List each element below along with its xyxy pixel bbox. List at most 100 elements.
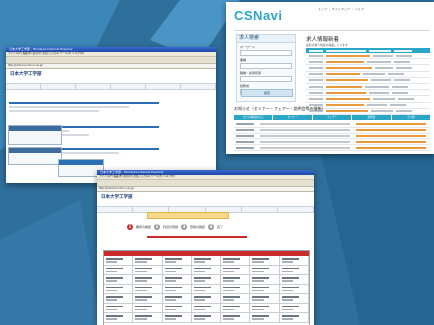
notice-banner	[147, 212, 229, 219]
timetable-cell[interactable]	[191, 313, 222, 323]
timetable-cell[interactable]	[250, 303, 280, 313]
timetable-cell[interactable]	[104, 256, 134, 266]
job-list-subtitle: 最新の求人情報を掲載しています	[306, 43, 348, 47]
timetable-cell[interactable]	[279, 284, 309, 294]
timetable-cell[interactable]	[279, 294, 309, 304]
industry-select[interactable]	[240, 63, 292, 69]
timetable-cell[interactable]	[191, 256, 222, 266]
side-menu-box[interactable]	[8, 147, 62, 165]
timetable-cell[interactable]	[191, 284, 222, 294]
csnavi-page: CSNavi トップ ｜ サイトマップ ｜ ヘルプ 求人検索 キーワード 業種 …	[226, 2, 434, 154]
browser-window-registration: 日本大学工学部 - Windows Internet Explorer ファイル…	[97, 170, 314, 325]
divider	[234, 30, 430, 31]
step-2-badge[interactable]: 2	[154, 224, 161, 230]
portal-header: 日本大学工学部	[6, 69, 216, 84]
portal-nav[interactable]	[6, 84, 216, 90]
timetable-cell[interactable]	[279, 256, 309, 266]
timetable-cell[interactable]	[104, 284, 134, 294]
step-2-label: 科目の登録	[163, 225, 179, 229]
timetable-cell[interactable]	[133, 275, 163, 285]
step-4-badge[interactable]: 4	[208, 224, 215, 230]
timetable-cell[interactable]	[250, 275, 280, 285]
tab-all[interactable]: 全ての情報を見る	[234, 115, 273, 120]
list-item[interactable]	[234, 145, 430, 151]
step-1-label: 履修の確認	[136, 225, 152, 229]
portal-logo[interactable]: 日本大学工学部	[101, 194, 133, 200]
notice-tabs: 全ての情報を見る セミナー フェアー 説明会 その他	[234, 115, 431, 120]
field-label-job-type: 職種・雇用形態	[240, 71, 262, 75]
tab-fair[interactable]: フェアー	[312, 115, 352, 120]
text-line	[9, 106, 129, 108]
timetable-cell[interactable]	[191, 294, 222, 304]
tab-seminar[interactable]: セミナー	[273, 115, 312, 120]
timetable-cell[interactable]	[104, 303, 134, 313]
timetable-cell[interactable]	[221, 303, 251, 313]
timetable-cell[interactable]	[104, 265, 134, 275]
side-menu-box[interactable]	[8, 125, 62, 145]
search-panel-title: 求人検索	[237, 35, 295, 43]
timetable-cell[interactable]	[133, 256, 163, 266]
job-list-title: 求人情報新着	[306, 37, 340, 43]
timetable-cell[interactable]	[279, 303, 309, 313]
step-1-badge[interactable]: 1	[127, 224, 133, 230]
timetable-grid	[103, 250, 310, 325]
timetable-cell[interactable]	[162, 284, 192, 294]
timetable-cell[interactable]	[221, 294, 251, 304]
text-line	[9, 110, 99, 112]
browser-toolbar[interactable]	[6, 57, 216, 64]
timetable-cell[interactable]	[104, 294, 134, 304]
step-4-label: 完了	[217, 225, 224, 229]
search-button[interactable]: 検索	[241, 89, 293, 97]
timetable-cell[interactable]	[191, 275, 222, 285]
timetable-cell[interactable]	[191, 265, 222, 275]
notice-list	[234, 122, 430, 151]
timetable-cell[interactable]	[104, 275, 134, 285]
timetable-cell[interactable]	[250, 313, 280, 323]
keyword-input[interactable]	[240, 50, 292, 56]
alert-line	[147, 236, 247, 238]
timetable-cell[interactable]	[221, 313, 251, 323]
timetable-cell[interactable]	[104, 313, 134, 323]
timetable-cell[interactable]	[250, 256, 280, 266]
portal-header: 日本大学工学部	[97, 192, 314, 207]
timetable-cell[interactable]	[162, 275, 192, 285]
tab-briefing[interactable]: 説明会	[352, 115, 391, 120]
timetable-cell[interactable]	[133, 313, 163, 323]
browser-window-portal: 日本大学工学部 - Windows Internet Explorer ファイル…	[6, 47, 216, 183]
timetable-cell[interactable]	[162, 256, 192, 266]
timetable-cell[interactable]	[133, 284, 163, 294]
timetable-cell[interactable]	[279, 265, 309, 275]
field-label-location: 勤務地	[240, 84, 250, 88]
timetable-cell[interactable]	[221, 275, 251, 285]
timetable-cell[interactable]	[191, 303, 222, 313]
section-bar	[9, 102, 159, 104]
timetable-body	[104, 256, 309, 323]
timetable-cell[interactable]	[279, 313, 309, 323]
timetable-cell[interactable]	[221, 284, 251, 294]
portal-logo[interactable]: 日本大学工学部	[10, 71, 42, 77]
field-label-keyword: キーワード	[240, 45, 256, 49]
top-links[interactable]: トップ ｜ サイトマップ ｜ ヘルプ	[318, 7, 364, 11]
timetable-cell[interactable]	[221, 256, 251, 266]
timetable-cell[interactable]	[133, 294, 163, 304]
timetable-cell[interactable]	[250, 294, 280, 304]
csnavi-logo[interactable]: CSNavi	[234, 8, 283, 23]
timetable-cell[interactable]	[162, 313, 192, 323]
browser-toolbar[interactable]	[97, 180, 314, 187]
timetable-cell[interactable]	[162, 294, 192, 304]
timetable-cell[interactable]	[162, 265, 192, 275]
timetable-cell[interactable]	[133, 265, 163, 275]
notice-title: お知らせ（セミナー・フェアー・説明会等の情報）	[234, 106, 326, 111]
step-3-badge[interactable]: 3	[181, 224, 188, 230]
timetable-cell[interactable]	[250, 284, 280, 294]
timetable-cell[interactable]	[279, 275, 309, 285]
job-type-select[interactable]	[240, 76, 292, 82]
timetable-cell[interactable]	[133, 303, 163, 313]
timetable-cell[interactable]	[162, 303, 192, 313]
timetable-cell[interactable]	[221, 265, 251, 275]
timetable-cell[interactable]	[250, 265, 280, 275]
field-label-industry: 業種	[240, 58, 247, 62]
job-table	[306, 48, 430, 115]
tab-other[interactable]: その他	[391, 115, 431, 120]
step-3-label: 登録の確認	[190, 225, 206, 229]
